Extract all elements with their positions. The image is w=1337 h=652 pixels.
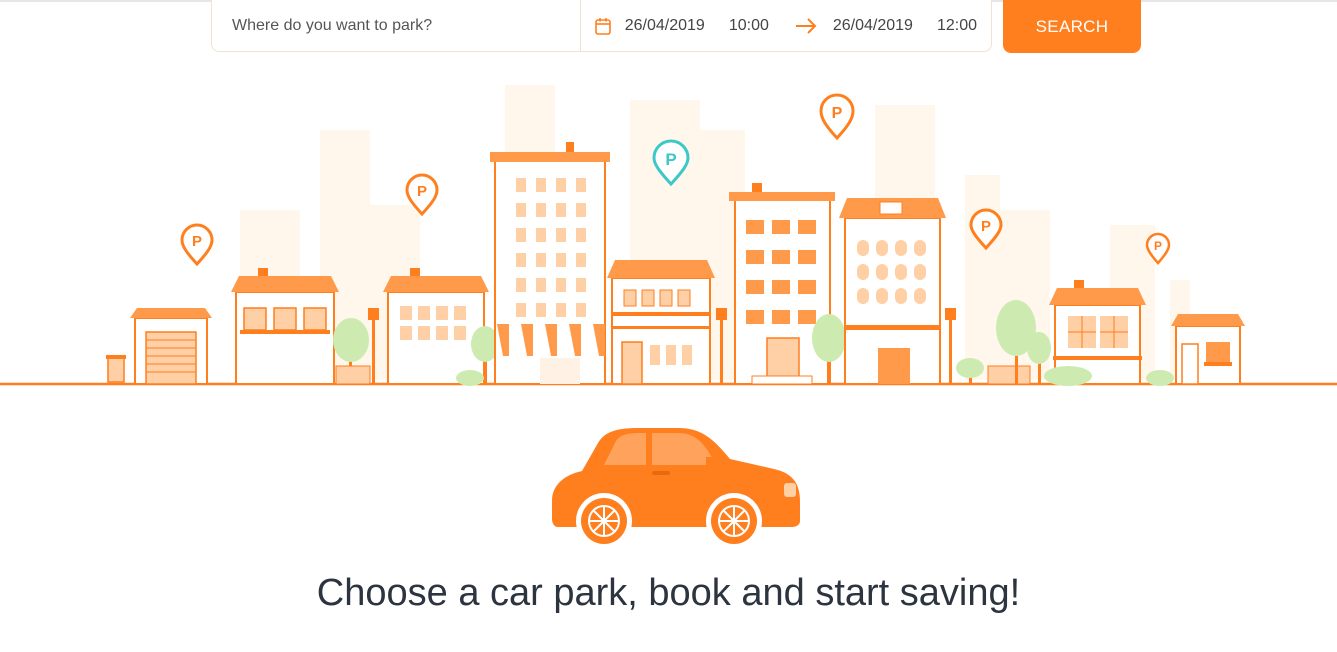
tree-4 xyxy=(956,358,984,384)
svg-text:P: P xyxy=(417,183,427,200)
street-lamp-3 xyxy=(945,308,956,384)
page-headline: Choose a car park, book and start saving… xyxy=(316,572,1021,614)
parking-pin-icon: P xyxy=(819,93,855,141)
search-button[interactable]: SEARCH xyxy=(1003,0,1141,53)
fence-1 xyxy=(335,365,371,385)
house-3 xyxy=(607,260,715,385)
trash-bin xyxy=(106,355,126,383)
svg-text:P: P xyxy=(665,150,676,169)
location-search-input[interactable] xyxy=(212,0,580,51)
fence-2 xyxy=(987,365,1031,385)
end-date[interactable]: 26/04/2019 xyxy=(833,17,913,35)
arrow-right-icon xyxy=(795,17,817,34)
bush-2 xyxy=(1044,366,1092,386)
search-bar: 26/04/2019 10:00 26/04/2019 12:00 xyxy=(211,0,992,52)
house-2 xyxy=(383,268,489,385)
bush-3 xyxy=(1146,370,1174,386)
svg-text:P: P xyxy=(832,105,843,122)
start-time[interactable]: 10:00 xyxy=(729,17,769,35)
car-illustration xyxy=(552,428,800,549)
house-4 xyxy=(839,198,946,385)
house-6 xyxy=(1171,314,1245,385)
tower-1 xyxy=(490,142,610,385)
background-skyline xyxy=(240,85,1190,380)
bush-1 xyxy=(456,370,484,386)
svg-text:P: P xyxy=(192,233,202,250)
svg-text:P: P xyxy=(981,218,991,235)
calendar-icon xyxy=(594,17,611,35)
start-date[interactable]: 26/04/2019 xyxy=(625,17,705,35)
parking-pin-icon: P xyxy=(180,223,214,267)
end-time[interactable]: 12:00 xyxy=(937,17,977,35)
date-range-picker[interactable]: 26/04/2019 10:00 26/04/2019 12:00 xyxy=(581,0,991,51)
svg-text:P: P xyxy=(1154,239,1162,253)
garage-building xyxy=(130,308,212,385)
city-skyline-illustration: P P P P P P xyxy=(0,85,1337,386)
house-1 xyxy=(231,268,339,385)
